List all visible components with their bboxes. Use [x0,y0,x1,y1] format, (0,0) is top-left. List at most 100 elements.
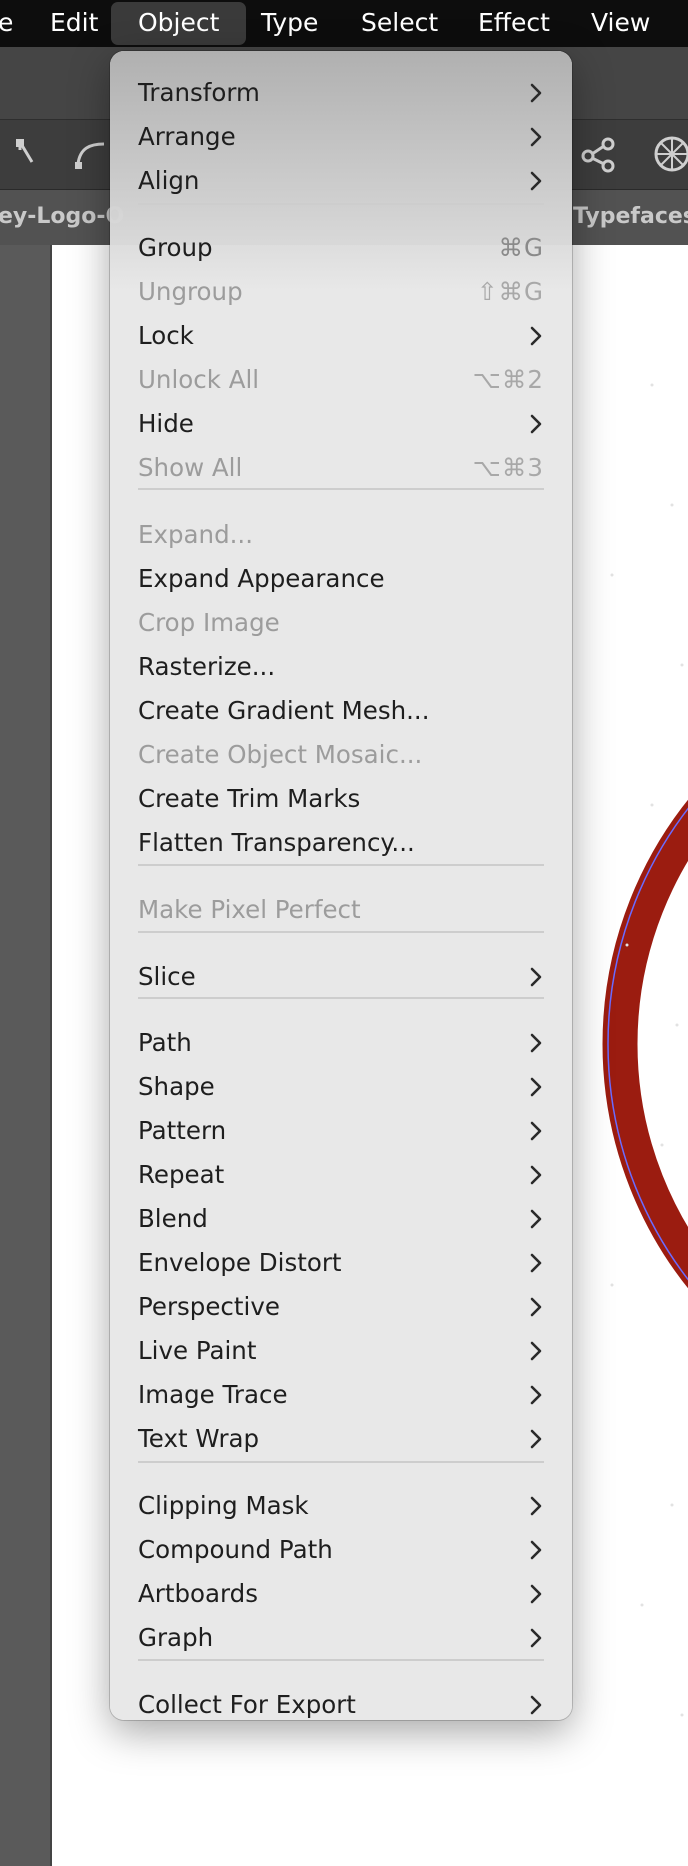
menu-item-shortcut: ⇧⌘G [476,277,544,306]
menu-item-label: Rasterize... [138,652,276,681]
menu-item-label: Blend [138,1204,208,1233]
menu-item-label: Ungroup [138,277,243,306]
menu-item-path[interactable]: Path [110,1021,572,1065]
menu-item-hide[interactable]: Hide [110,402,572,446]
menu-item-label: Slice [138,962,196,991]
menu-item-text-wrap[interactable]: Text Wrap [110,1417,572,1461]
chevron-right-icon [526,1572,546,1616]
chevron-right-icon [526,1021,546,1065]
menu-item-arrange[interactable]: Arrange [110,115,572,159]
menu-item-blend[interactable]: Blend [110,1197,572,1241]
chevron-right-icon [526,1373,546,1417]
menu-separator [138,931,544,933]
menu-item-artboards[interactable]: Artboards [110,1572,572,1616]
menu-item-lock[interactable]: Lock [110,314,572,358]
menu-item-label: Transform [138,78,260,107]
chevron-right-icon [526,1109,546,1153]
menu-separator [138,997,544,999]
menu-bar: e Edit Object Type Select Effect View [0,0,688,47]
menu-item-rasterize[interactable]: Rasterize... [110,645,572,689]
chevron-right-icon [526,1329,546,1373]
chevron-right-icon [526,1683,546,1720]
chevron-right-icon [526,1197,546,1241]
menu-item-ungroup: Ungroup ⇧⌘G [110,270,572,314]
menu-item-label: Create Trim Marks [138,784,361,813]
menu-item-label: Pattern [138,1116,227,1145]
menu-item-group[interactable]: Group ⌘G [110,226,572,270]
menu-item-shortcut: ⌘G [498,233,544,262]
chevron-right-icon [526,1417,546,1461]
menu-item-label: Expand... [138,520,253,549]
menu-item-label: Align [138,166,200,195]
menu-item-label: Expand Appearance [138,564,385,593]
menu-item-label: Artboards [138,1579,258,1608]
menu-item-show-all: Show All ⌥⌘3 [110,446,572,490]
menu-item-shortcut: ⌥⌘3 [472,453,544,482]
chevron-right-icon [526,402,546,446]
menu-item-pattern[interactable]: Pattern [110,1109,572,1153]
menu-item-label: Perspective [138,1292,280,1321]
color-wheel-icon[interactable] [652,134,688,174]
menu-item-label: Arrange [138,122,236,151]
canvas-gutter [0,245,50,1866]
menu-item-label: Shape [138,1072,215,1101]
chevron-right-icon [526,314,546,358]
menubar-item-partial[interactable]: e [0,0,13,47]
chevron-right-icon [526,71,546,115]
menu-item-label: Collect For Export [138,1690,356,1719]
menubar-item-object[interactable]: Object [111,2,247,45]
menu-item-flatten-transparency[interactable]: Flatten Transparency... [110,821,572,865]
chevron-right-icon [526,1285,546,1329]
anchor-point-tool-icon[interactable] [10,134,50,174]
menu-separator [138,1461,544,1463]
menubar-item-edit[interactable]: Edit [50,0,98,47]
menu-item-collect-for-export[interactable]: Collect For Export [110,1683,572,1720]
menu-item-label: Crop Image [138,608,280,637]
curvature-tool-icon[interactable] [72,134,112,174]
menu-item-slice[interactable]: Slice [110,955,572,999]
chevron-right-icon [526,1484,546,1528]
menubar-item-select[interactable]: Select [361,0,438,47]
menu-item-label: Flatten Transparency... [138,828,415,857]
menu-item-crop-image: Crop Image [110,601,572,645]
menu-separator [138,864,544,866]
menu-item-create-gradient-mesh[interactable]: Create Gradient Mesh... [110,689,572,733]
menu-item-live-paint[interactable]: Live Paint [110,1329,572,1373]
menu-item-label: Envelope Distort [138,1248,342,1277]
menu-item-label: Image Trace [138,1380,288,1409]
chevron-right-icon [526,955,546,999]
menu-item-repeat[interactable]: Repeat [110,1153,572,1197]
menu-item-create-object-mosaic: Create Object Mosaic... [110,733,572,777]
menu-item-label: Create Gradient Mesh... [138,696,430,725]
menu-item-label: Clipping Mask [138,1491,309,1520]
menubar-item-type[interactable]: Type [261,0,318,47]
menu-separator [138,488,544,490]
menu-item-clipping-mask[interactable]: Clipping Mask [110,1484,572,1528]
menu-item-compound-path[interactable]: Compound Path [110,1528,572,1572]
chevron-right-icon [526,115,546,159]
menu-item-expand-appearance[interactable]: Expand Appearance [110,557,572,601]
document-tab-left[interactable]: ey-Logo-O [0,189,124,245]
chevron-right-icon [526,1065,546,1109]
object-menu: Transform Arrange Align Group ⌘G Ungroup ⇧⌘G Lo… [110,51,572,1720]
chevron-right-icon [526,1241,546,1285]
menu-item-graph[interactable]: Graph [110,1616,572,1660]
menubar-item-effect[interactable]: Effect [478,0,550,47]
menubar-item-view[interactable]: View [591,0,650,47]
chevron-right-icon [526,1616,546,1660]
chevron-right-icon [526,1528,546,1572]
menu-item-create-trim-marks[interactable]: Create Trim Marks [110,777,572,821]
convert-anchor-icon[interactable] [578,134,618,174]
menu-item-envelope-distort[interactable]: Envelope Distort [110,1241,572,1285]
menu-item-transform[interactable]: Transform [110,71,572,115]
menu-item-shape[interactable]: Shape [110,1065,572,1109]
document-tab-right[interactable]: Typefaces.a [573,189,688,245]
menu-item-label: Text Wrap [138,1424,260,1453]
menu-item-image-trace[interactable]: Image Trace [110,1373,572,1417]
menu-item-align[interactable]: Align [110,159,572,203]
menu-item-expand: Expand... [110,513,572,557]
menu-item-label: Make Pixel Perfect [138,895,361,924]
menu-item-perspective[interactable]: Perspective [110,1285,572,1329]
menu-item-label: Group [138,233,213,262]
menu-item-label: Unlock All [138,365,260,394]
